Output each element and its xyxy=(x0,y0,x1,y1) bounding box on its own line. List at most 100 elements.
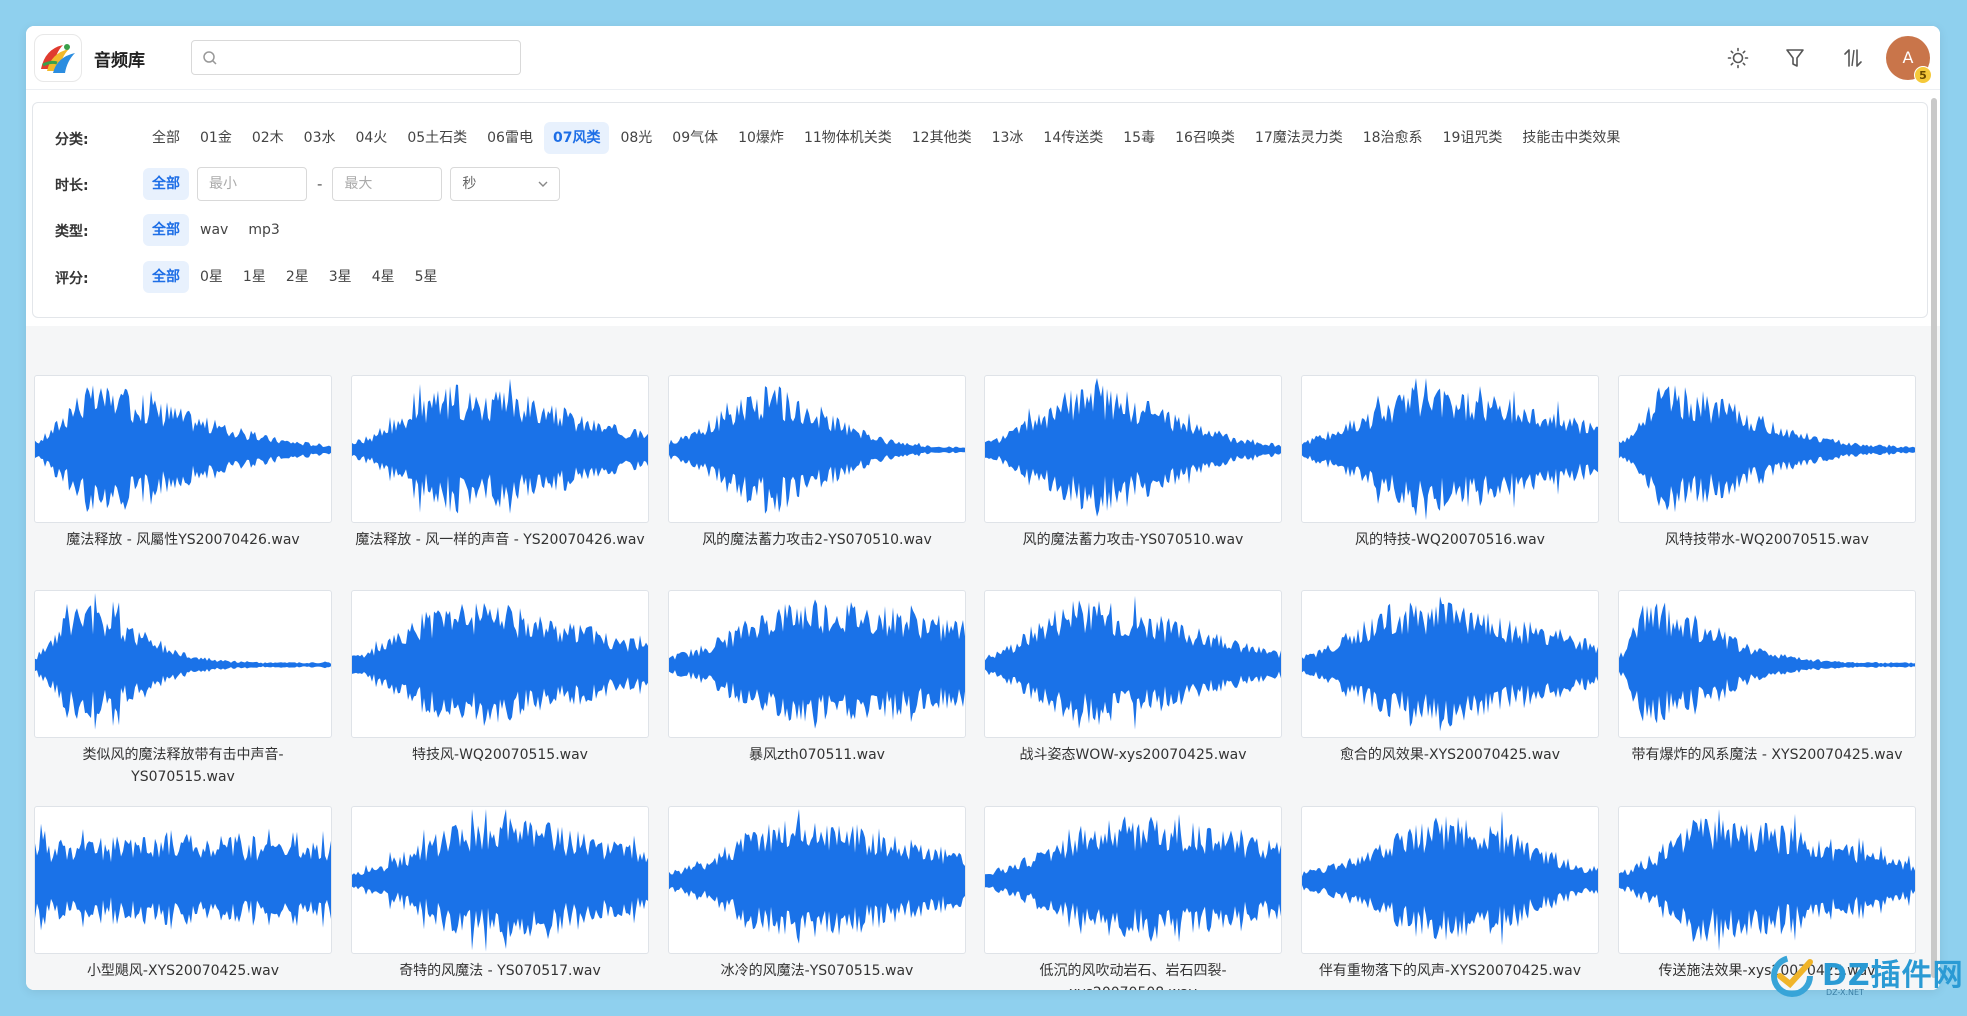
category-chip[interactable]: 09气体 xyxy=(663,122,727,154)
waveform-graphic xyxy=(35,593,331,730)
duration-label: 时长: xyxy=(55,178,89,194)
waveform-graphic xyxy=(985,814,1281,943)
audio-file-name[interactable]: 战斗姿态WOW-xys20070425.wav xyxy=(983,744,1283,766)
filter-button[interactable] xyxy=(1783,46,1807,70)
category-chip[interactable]: 05土石类 xyxy=(398,122,476,154)
search-box[interactable] xyxy=(191,40,521,75)
app-title: 音频库 xyxy=(94,51,145,71)
rating-chip[interactable]: 5星 xyxy=(406,261,447,293)
audio-file-name[interactable]: 风的魔法蓄力攻击2-YS070510.wav xyxy=(667,529,967,551)
audio-file-name[interactable]: 风的魔法蓄力攻击-YS070510.wav xyxy=(983,529,1283,551)
category-chip[interactable]: 15毒 xyxy=(1114,122,1164,154)
duration-unit-select[interactable]: 秒 xyxy=(450,167,561,201)
audio-file-name[interactable]: 魔法释放 - 风一样的声音 - YS20070426.wav xyxy=(350,529,650,551)
category-chip[interactable]: 18治愈系 xyxy=(1354,122,1432,154)
waveform-graphic xyxy=(669,599,965,729)
audio-card-waveform[interactable] xyxy=(1301,590,1599,738)
audio-card-waveform[interactable] xyxy=(1618,375,1916,523)
audio-card-waveform[interactable] xyxy=(351,806,649,954)
chevron-down-icon xyxy=(538,181,548,187)
audio-file-name[interactable]: 特技风-WQ20070515.wav xyxy=(350,744,650,766)
category-chip[interactable]: 06雷电 xyxy=(478,122,542,154)
search-input[interactable] xyxy=(224,45,514,70)
audio-card-waveform[interactable] xyxy=(351,375,649,523)
category-chip[interactable]: 16召唤类 xyxy=(1166,122,1244,154)
audio-file-name[interactable]: 小型飓风-XYS20070425.wav xyxy=(33,960,333,982)
audio-card-waveform[interactable] xyxy=(984,590,1282,738)
category-chip[interactable]: 02木 xyxy=(243,122,293,154)
search-icon xyxy=(203,51,217,65)
category-chip[interactable]: 01金 xyxy=(191,122,241,154)
audio-file-name[interactable]: 风的特技-WQ20070516.wav xyxy=(1300,529,1600,551)
audio-card-waveform[interactable] xyxy=(351,590,649,738)
waveform-graphic xyxy=(985,595,1281,730)
audio-card-waveform[interactable] xyxy=(668,806,966,954)
audio-card-waveform[interactable] xyxy=(1301,806,1599,954)
watermark: DZ插件网 DZ-X.NET xyxy=(1766,950,1966,1000)
category-chip[interactable]: 03水 xyxy=(295,122,345,154)
audio-file-name[interactable]: 魔法释放 - 风屬性YS20070426.wav xyxy=(33,529,333,551)
category-chip[interactable]: 11物体机关类 xyxy=(795,122,901,154)
audio-file-name[interactable]: 冰冷的风魔法-YS070515.wav xyxy=(667,960,967,982)
audio-card-waveform[interactable] xyxy=(668,375,966,523)
theme-toggle-button[interactable] xyxy=(1726,46,1750,70)
audio-card-waveform[interactable] xyxy=(34,375,332,523)
waveform-graphic xyxy=(352,809,648,952)
audio-file-name[interactable]: 类似风的魔法释放带有击中声音-YS070515.wav xyxy=(33,744,333,788)
audio-file-name[interactable]: 暴风zth070511.wav xyxy=(667,744,967,766)
category-chip[interactable]: 全部 xyxy=(143,122,189,154)
rating-chip[interactable]: 3星 xyxy=(320,261,361,293)
type-filter-row: 类型: 全部 wav mp3 xyxy=(33,213,1927,247)
logo-icon xyxy=(41,44,75,73)
rating-chip[interactable]: 2星 xyxy=(277,261,318,293)
category-chip[interactable]: 04火 xyxy=(346,122,396,154)
rating-chip[interactable]: 1星 xyxy=(234,261,275,293)
category-chip[interactable]: 12其他类 xyxy=(903,122,981,154)
category-chip[interactable]: 19诅咒类 xyxy=(1434,122,1512,154)
audio-card-waveform[interactable] xyxy=(34,590,332,738)
waveform-graphic xyxy=(352,603,648,727)
type-chips: 全部 wav mp3 xyxy=(143,213,291,247)
audio-file-name[interactable]: 低沉的风吹动岩石、岩石四裂-xys20070508.wav xyxy=(983,960,1283,990)
audio-file-name[interactable]: 奇特的风魔法 - YS070517.wav xyxy=(350,960,650,982)
category-chip[interactable]: 10爆炸 xyxy=(729,122,793,154)
type-chip[interactable]: 全部 xyxy=(143,214,189,246)
category-chip[interactable]: 08光 xyxy=(611,122,661,154)
category-chip[interactable]: 17魔法灵力类 xyxy=(1246,122,1352,154)
waveform-graphic xyxy=(35,823,331,931)
audio-card-waveform[interactable] xyxy=(984,375,1282,523)
category-chip[interactable]: 14传送类 xyxy=(1034,122,1112,154)
audio-file-name[interactable]: 伴有重物落下的风声-XYS20070425.wav xyxy=(1300,960,1600,982)
audio-file-name[interactable]: 愈合的风效果-XYS20070425.wav xyxy=(1300,744,1600,766)
sort-button[interactable] xyxy=(1841,46,1865,70)
audio-card-waveform[interactable] xyxy=(1618,590,1916,738)
duration-min-input[interactable]: 最小 xyxy=(197,167,307,201)
waveform-graphic xyxy=(985,378,1281,517)
duration-controls: 全部 最小 - 最大 秒 xyxy=(143,167,561,201)
scrollbar[interactable] xyxy=(1930,96,1938,986)
category-chip[interactable]: 13冰 xyxy=(983,122,1033,154)
app-logo[interactable] xyxy=(34,34,82,82)
duration-all-chip[interactable]: 全部 xyxy=(143,168,189,200)
audio-file-name[interactable]: 风特技带水-WQ20070515.wav xyxy=(1617,529,1917,551)
rating-chip[interactable]: 4星 xyxy=(363,261,404,293)
audio-card-waveform[interactable] xyxy=(1618,806,1916,954)
audio-card-waveform[interactable] xyxy=(34,806,332,954)
category-chip[interactable]: 技能击中类效果 xyxy=(1513,122,1629,154)
type-chip[interactable]: mp3 xyxy=(239,214,288,246)
sun-icon xyxy=(1727,47,1749,69)
audio-card-waveform[interactable] xyxy=(1301,375,1599,523)
audio-card-waveform[interactable] xyxy=(668,590,966,738)
category-chip[interactable]: 07风类 xyxy=(543,122,610,154)
duration-unit-value: 秒 xyxy=(462,176,477,192)
duration-max-input[interactable]: 最大 xyxy=(332,167,443,201)
scrollbar-thumb[interactable] xyxy=(1931,98,1937,978)
audio-file-name[interactable]: 带有爆炸的风系魔法 - XYS20070425.wav xyxy=(1617,744,1917,766)
waveform-graphic xyxy=(1619,602,1915,724)
rating-chip[interactable]: 全部 xyxy=(143,261,189,293)
type-chip[interactable]: wav xyxy=(191,214,237,246)
rating-chip[interactable]: 0星 xyxy=(191,261,232,293)
waveform-graphic xyxy=(35,385,331,512)
waveform-graphic xyxy=(669,386,965,514)
audio-card-waveform[interactable] xyxy=(984,806,1282,954)
